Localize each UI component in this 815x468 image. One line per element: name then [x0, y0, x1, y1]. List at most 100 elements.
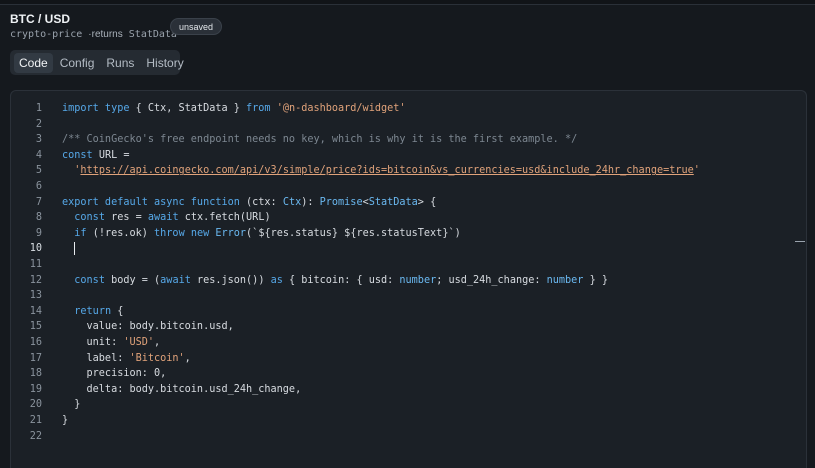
widget-id: crypto-price: [10, 29, 83, 40]
widget-header: BTC / USD crypto-price ·returns StatData: [10, 12, 177, 40]
code-line[interactable]: 19 delta: body.bitcoin.usd_24h_change,: [11, 382, 806, 398]
code-line[interactable]: 17 label: 'Bitcoin',: [11, 351, 806, 367]
code-text[interactable]: delta: body.bitcoin.usd_24h_change,: [62, 382, 302, 398]
line-number: 11: [29, 259, 42, 270]
code-token: res.json()): [196, 274, 271, 286]
code-text[interactable]: label: 'Bitcoin',: [62, 351, 191, 367]
code-line[interactable]: 11: [11, 257, 806, 273]
code-token: /** CoinGecko's free endpoint needs no k…: [62, 134, 578, 146]
return-type: StatData: [128, 29, 177, 40]
code-token: ):: [301, 196, 320, 208]
code-line[interactable]: 4 const URL =: [11, 148, 806, 164]
code-token: URL =: [98, 149, 130, 161]
code-token: throw new: [154, 227, 216, 239]
code-token: body = (: [111, 274, 161, 286]
code-text[interactable]: return {: [62, 304, 123, 320]
code-token: Ctx: [282, 196, 302, 208]
code-token: { bitcoin: { usd:: [289, 274, 400, 286]
code-token: Error: [215, 227, 247, 239]
code-line[interactable]: 8 const res = await ctx.fetch(URL): [11, 210, 806, 226]
line-number: 1: [35, 103, 42, 114]
code-token: }: [62, 399, 81, 411]
line-number: 2: [35, 118, 42, 130]
line-number: 16: [29, 337, 42, 348]
code-line[interactable]: 3 /** CoinGecko's free endpoint needs no …: [11, 132, 806, 148]
code-line[interactable]: 14 return {: [11, 304, 806, 320]
top-border: [0, 0, 815, 5]
tab-code[interactable]: Code: [14, 52, 53, 73]
code-token: const: [74, 212, 112, 224]
code-text[interactable]: if (!res.ok) throw new Error(`${res.stat…: [62, 226, 461, 242]
line-number: 9: [35, 227, 42, 239]
code-text[interactable]: 'https://api.coingecko.com/api/v3/simple…: [62, 163, 700, 179]
code-token: ; usd_24h_change:: [436, 274, 547, 286]
code-token: { Ctx, StatData }: [135, 103, 247, 114]
code-text[interactable]: [62, 241, 76, 257]
code-text[interactable]: const body = (await res.json()) as { bit…: [62, 273, 608, 289]
code-text[interactable]: import type { Ctx, StatData } from '@n-d…: [62, 101, 406, 117]
code-line[interactable]: 20 }: [11, 397, 806, 413]
code-token: const: [74, 274, 112, 286]
code-editor[interactable]: 1 import type { Ctx, StatData } from '@n-…: [10, 90, 807, 468]
code-text[interactable]: export default async function (ctx: Ctx)…: [62, 195, 436, 211]
code-token: ,: [154, 337, 161, 348]
line-number: 21: [29, 415, 42, 426]
code-text[interactable]: const res = await ctx.fetch(URL): [62, 210, 270, 226]
code-text[interactable]: }: [62, 397, 80, 413]
code-line[interactable]: 12 const body = (await res.json()) as { …: [11, 273, 806, 289]
code-token: number: [546, 274, 584, 286]
line-number: 14: [29, 305, 42, 317]
code-line[interactable]: 13: [11, 288, 806, 304]
code-text[interactable]: }: [62, 413, 68, 429]
code-token: }: [62, 415, 69, 426]
code-line[interactable]: 1 import type { Ctx, StatData } from '@n-…: [11, 101, 806, 117]
code-line[interactable]: 7 export default async function (ctx: Ctx…: [11, 195, 806, 211]
tab-history[interactable]: History: [141, 53, 188, 73]
code-token: (`${res.status} ${res.statusText}`): [246, 227, 461, 239]
code-line[interactable]: 15 value: body.bitcoin.usd,: [11, 319, 806, 335]
line-number: 13: [29, 290, 42, 302]
code-line[interactable]: 6: [11, 179, 806, 195]
widget-subtitle: crypto-price ·returns StatData: [10, 29, 177, 40]
code-token: (ctx:: [246, 196, 283, 208]
line-number: 3: [35, 134, 42, 146]
line-number: 17: [29, 352, 42, 364]
code-token: res =: [111, 212, 148, 224]
code-token: 'USD': [123, 337, 155, 348]
code-text[interactable]: /** CoinGecko's free endpoint needs no k…: [62, 132, 577, 148]
tab-bar: Code Config Runs History: [10, 50, 184, 75]
code-token: const: [62, 149, 99, 161]
code-token: (!res.ok): [92, 227, 155, 239]
code-token: as: [270, 274, 289, 286]
code-line[interactable]: 2: [11, 117, 806, 133]
code-token: StatData: [368, 196, 418, 208]
code-line[interactable]: 5 'https://api.coingecko.com/api/v3/simp…: [11, 163, 806, 179]
code-line[interactable]: 10: [11, 241, 806, 257]
code-token: } }: [583, 274, 608, 286]
code-line[interactable]: 18 precision: 0,: [11, 366, 806, 382]
tab-config[interactable]: Config: [55, 53, 100, 73]
code-token: import type: [62, 103, 136, 114]
returns-label: returns: [91, 29, 123, 40]
code-line[interactable]: 21}: [11, 413, 806, 429]
code-token: number: [399, 274, 437, 286]
code-line[interactable]: 9 if (!res.ok) throw new Error(`${res.st…: [11, 226, 806, 242]
code-token: value: body.bitcoin.usd,: [62, 321, 234, 333]
code-text[interactable]: unit: 'USD',: [62, 335, 161, 351]
tab-runs[interactable]: Runs: [101, 53, 139, 73]
code-text[interactable]: value: body.bitcoin.usd,: [62, 319, 234, 335]
code-line[interactable]: 16 unit: 'USD',: [11, 335, 806, 351]
text-cursor: [74, 241, 76, 255]
code-text[interactable]: const URL =: [62, 148, 129, 164]
line-number: 10: [29, 243, 42, 255]
code-text[interactable]: precision: 0,: [62, 366, 167, 382]
code-line[interactable]: 22: [11, 429, 806, 445]
code-token: > {: [417, 196, 437, 208]
line-number: 19: [29, 383, 42, 395]
line-number: 4: [35, 149, 42, 161]
code-token: from: [246, 103, 277, 114]
